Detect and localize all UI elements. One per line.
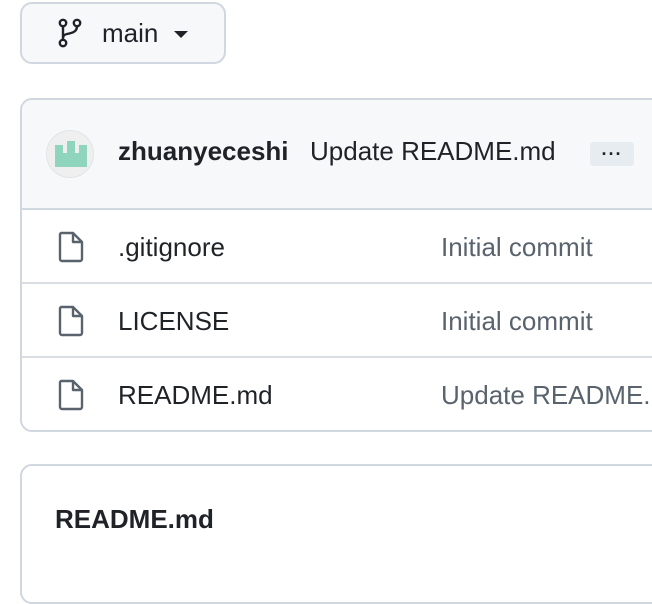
- file-row[interactable]: LICENSE Initial commit: [22, 284, 652, 358]
- file-icon: [58, 379, 84, 411]
- file-name-link[interactable]: README.md: [118, 380, 273, 411]
- file-commit-link[interactable]: Update README.md: [441, 380, 652, 411]
- file-icon: [58, 305, 84, 337]
- file-row[interactable]: .gitignore Initial commit: [22, 210, 652, 284]
- triangle-down-icon: [174, 31, 189, 38]
- file-commit-link[interactable]: Initial commit: [441, 306, 593, 337]
- file-commit-link[interactable]: Initial commit: [441, 232, 593, 263]
- file-row[interactable]: README.md Update README.md: [22, 358, 652, 430]
- file-icon: [58, 231, 84, 263]
- git-branch-icon: [56, 17, 84, 49]
- commit-message-link[interactable]: Update README.md: [310, 136, 556, 167]
- file-name-link[interactable]: LICENSE: [118, 306, 229, 337]
- expand-commit-button[interactable]: ···: [590, 142, 634, 166]
- readme-title-link[interactable]: README.md: [55, 504, 214, 535]
- readme-panel: README.md: [20, 464, 652, 604]
- avatar[interactable]: [46, 130, 94, 178]
- latest-commit-bar: zhuanyeceshi Update README.md ···: [22, 100, 652, 210]
- file-browser: zhuanyeceshi Update README.md ··· .gitig…: [20, 98, 652, 432]
- file-name-link[interactable]: .gitignore: [118, 232, 225, 263]
- commit-author-link[interactable]: zhuanyeceshi: [118, 136, 289, 167]
- branch-name: main: [102, 17, 159, 48]
- branch-select-button[interactable]: main: [20, 2, 226, 64]
